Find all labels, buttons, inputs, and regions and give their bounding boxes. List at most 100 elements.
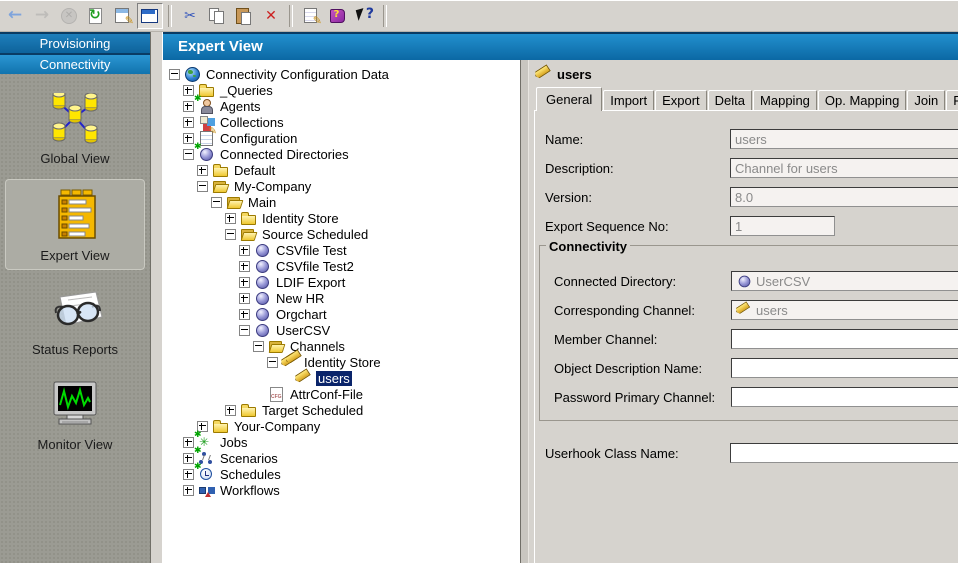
delete-button[interactable]: [258, 3, 284, 29]
tree-item-usercsv[interactable]: UserCSV: [163, 322, 520, 338]
sidebar-tab-connectivity[interactable]: Connectivity: [0, 53, 150, 74]
tree-expander-plus-icon[interactable]: [183, 453, 194, 464]
tree-item-channels[interactable]: Channels: [163, 338, 520, 354]
tree-item-my-company[interactable]: My-Company: [163, 178, 520, 194]
tree-item-label: Workflows: [218, 483, 282, 498]
refresh-button[interactable]: [83, 3, 109, 29]
tree-item-target-scheduled[interactable]: Target Scheduled: [163, 402, 520, 418]
tree-expander-plus-icon[interactable]: [183, 437, 194, 448]
tree-item-label: Agents: [218, 99, 262, 114]
edit-properties-button[interactable]: [110, 3, 136, 29]
tree-item-connectivity-configuration-data[interactable]: Connectivity Configuration Data: [163, 66, 520, 82]
tree-expander-minus-icon[interactable]: [169, 69, 180, 80]
tree-item-attrconf-file[interactable]: AttrConf-File: [163, 386, 520, 402]
tree-item-default[interactable]: Default: [163, 162, 520, 178]
tab-general[interactable]: General: [536, 87, 602, 111]
tree-item-jobs[interactable]: Jobs: [163, 434, 520, 450]
tab-op-mapping[interactable]: Op. Mapping: [818, 90, 906, 110]
paste-button[interactable]: [231, 3, 257, 29]
context-help-button[interactable]: [352, 3, 378, 29]
tree-expander-plus-icon[interactable]: [239, 293, 250, 304]
tree-expander-minus-icon[interactable]: [239, 325, 250, 336]
new-star-badge: [194, 141, 202, 152]
tree-expander-minus-icon[interactable]: [197, 181, 208, 192]
tree-item-connected-directories[interactable]: Connected Directories: [163, 146, 520, 162]
help-button[interactable]: [325, 3, 351, 29]
tree-item-source-scheduled[interactable]: Source Scheduled: [163, 226, 520, 242]
tree-item-csvfile-test2[interactable]: CSVfile Test2: [163, 258, 520, 274]
tree-expander-plus-icon[interactable]: [239, 309, 250, 320]
tree-expander-plus-icon[interactable]: [225, 213, 236, 224]
tree-item-label: Your-Company: [232, 419, 322, 434]
folder-icon: [240, 402, 257, 418]
tree-expander-plus-icon[interactable]: [183, 133, 194, 144]
field-version[interactable]: 8.0: [730, 187, 958, 207]
tab-mapping[interactable]: Mapping: [753, 90, 817, 110]
copy-button[interactable]: [204, 3, 230, 29]
tab-delta[interactable]: Delta: [708, 90, 752, 110]
sidebar-tab-provisioning[interactable]: Provisioning: [0, 32, 150, 53]
tree-item-identity-store[interactable]: Identity Store: [163, 354, 520, 370]
tree-expander-plus-icon[interactable]: [239, 245, 250, 256]
tree-expander-minus-icon[interactable]: [183, 149, 194, 160]
cut-button[interactable]: [177, 3, 203, 29]
tree-item-scenarios[interactable]: Scenarios: [163, 450, 520, 466]
tree-item-schedules[interactable]: Schedules: [163, 466, 520, 482]
tree-expander-plus-icon[interactable]: [197, 165, 208, 176]
sidebar-splitter[interactable]: [150, 32, 163, 563]
tree-expander-plus-icon[interactable]: [239, 261, 250, 272]
folder-icon: [212, 418, 229, 434]
tree-expander-minus-icon[interactable]: [225, 229, 236, 240]
sidebar-item-label: Status Reports: [6, 342, 144, 357]
tree-item-configuration[interactable]: Configuration: [163, 130, 520, 146]
tree-item-main[interactable]: Main: [163, 194, 520, 210]
field-corresponding-channel[interactable]: users: [731, 300, 958, 320]
tab-import[interactable]: Import: [603, 90, 654, 110]
tree-item-identity-store[interactable]: Identity Store: [163, 210, 520, 226]
open-folder-icon: [268, 338, 285, 354]
field-name[interactable]: users: [730, 129, 958, 149]
back-button[interactable]: [2, 3, 28, 29]
tree-item-users[interactable]: users: [163, 370, 520, 386]
tree-item-workflows[interactable]: Workflows: [163, 482, 520, 498]
field-connected-directory[interactable]: UserCSV: [731, 271, 958, 291]
field-member-channel[interactable]: [731, 329, 958, 349]
tree-item-orgchart[interactable]: Orgchart: [163, 306, 520, 322]
group-box-title: Connectivity: [546, 239, 630, 254]
tab-primary-c[interactable]: Primary C: [946, 90, 958, 110]
tree-expander-plus-icon[interactable]: [183, 85, 194, 96]
field-object-description-name[interactable]: [731, 358, 958, 378]
field-password-primary-channel[interactable]: [731, 387, 958, 407]
tree-item-label: Target Scheduled: [260, 403, 365, 418]
toggle-panel-button[interactable]: [137, 3, 163, 29]
tree-expander-plus-icon[interactable]: [225, 405, 236, 416]
tree-expander-plus-icon[interactable]: [183, 117, 194, 128]
tree-expander-minus-icon[interactable]: [253, 341, 264, 352]
tree-expander-minus-icon[interactable]: [211, 197, 222, 208]
tree-item-ldif-export[interactable]: LDIF Export: [163, 274, 520, 290]
tree-expander-minus-icon[interactable]: [267, 357, 278, 368]
tree-expander-plus-icon[interactable]: [183, 485, 194, 496]
sidebar-item-status-reports[interactable]: Status Reports: [5, 276, 145, 364]
sidebar-item-expert-view[interactable]: Expert View: [5, 179, 145, 270]
tab-export[interactable]: Export: [655, 90, 707, 110]
new-star-badge: [194, 445, 202, 456]
field-description[interactable]: Channel for users: [730, 158, 958, 178]
tree-item-label: _Queries: [218, 83, 275, 98]
tree-expander-plus-icon[interactable]: [183, 469, 194, 480]
tree-item-csvfile-test[interactable]: CSVfile Test: [163, 242, 520, 258]
tree-item-new-hr[interactable]: New HR: [163, 290, 520, 306]
panel-splitter[interactable]: [520, 60, 529, 563]
tree-expander-plus-icon[interactable]: [239, 277, 250, 288]
tree-item-queries[interactable]: _Queries: [163, 82, 520, 98]
tab-join[interactable]: Join: [907, 90, 945, 110]
field-userhook-class-name[interactable]: [730, 443, 958, 463]
context-help-icon: [356, 7, 374, 25]
new-note-button[interactable]: [298, 3, 324, 29]
field-export-sequence-no[interactable]: 1: [730, 216, 835, 236]
sidebar-item-global-view[interactable]: Global View: [5, 84, 145, 173]
tree-item-your-company[interactable]: Your-Company: [163, 418, 520, 434]
sidebar-item-monitor-view[interactable]: Monitor View: [5, 370, 145, 459]
tree-item-agents[interactable]: Agents: [163, 98, 520, 114]
tree-expander-plus-icon[interactable]: [183, 101, 194, 112]
